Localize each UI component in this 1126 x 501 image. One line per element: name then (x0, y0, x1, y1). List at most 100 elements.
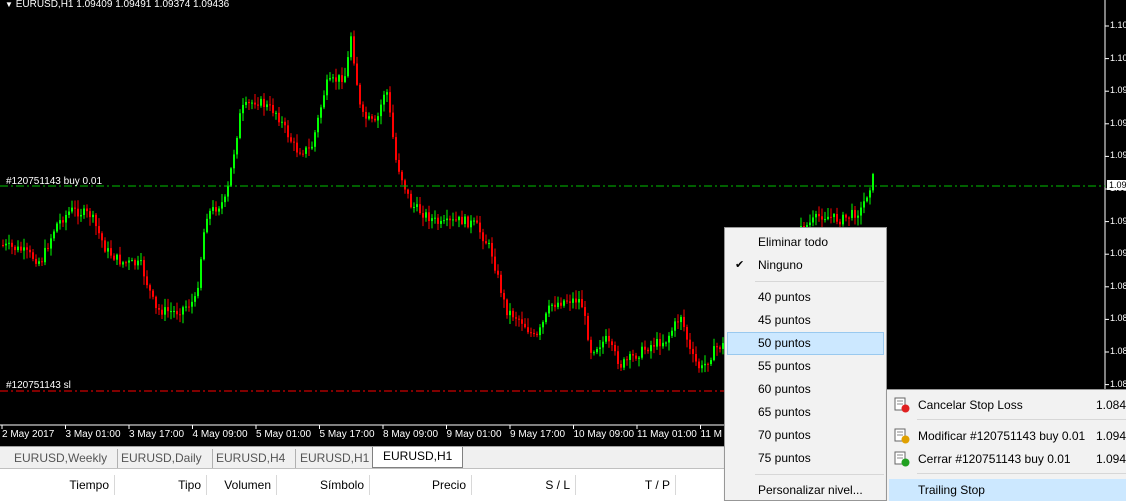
bear-candle (587, 315, 589, 340)
bear-candle (608, 335, 610, 342)
context-menu-item[interactable]: Trailing Stop (889, 479, 1126, 501)
bear-candle (371, 116, 373, 119)
bull-candle (710, 360, 712, 365)
bear-candle (287, 125, 289, 138)
bear-candle (848, 217, 850, 219)
menu-item-label: 55 puntos (758, 359, 811, 373)
bear-candle (161, 309, 163, 315)
bull-candle (320, 107, 322, 118)
bear-candle (374, 118, 376, 121)
bull-candle (128, 260, 130, 263)
price-chart[interactable]: ▼ EURUSD,H1 1.09409 1.09491 1.09374 1.09… (0, 0, 1126, 446)
bear-candle (11, 242, 13, 247)
trailing-stop-option[interactable]: 45 puntos (727, 309, 884, 332)
chart-tab[interactable]: EURUSD,H4 (206, 449, 297, 468)
terminal-column-header[interactable]: Tipo (115, 475, 207, 495)
chart-tab[interactable]: EURUSD,H1 (290, 449, 381, 468)
terminal-column-header[interactable]: Tiempo (0, 475, 115, 495)
context-menu-item[interactable]: Cancelar Stop Loss 1.0849 (889, 393, 1126, 417)
bull-candle (470, 220, 472, 228)
bull-candle (671, 330, 673, 336)
bull-candle (44, 247, 46, 263)
bull-candle (668, 335, 670, 343)
bear-candle (176, 310, 178, 315)
bull-candle (452, 219, 454, 221)
sl-line-label: #120751143 sl (6, 380, 71, 391)
bear-candle (611, 341, 613, 346)
bull-candle (317, 117, 319, 133)
context-menu-item[interactable]: Modificar #120751143 buy 0.01 1.0943 (889, 424, 1126, 448)
bull-candle (680, 316, 682, 323)
order-context-menu: Cancelar Stop Loss 1.0849 Modificar #12075… (886, 389, 1126, 501)
time-axis-label: 9 May 17:00 (510, 429, 566, 440)
bear-candle (626, 359, 628, 361)
bear-candle (29, 249, 31, 253)
terminal-column-header[interactable]: T / P (576, 475, 676, 495)
bear-candle (683, 316, 685, 328)
price-axis-label: 1.09 (1110, 85, 1126, 96)
bear-candle (395, 137, 397, 160)
bull-candle (203, 232, 205, 260)
trailing-stop-option[interactable]: 55 puntos (727, 355, 884, 378)
candlestick-chart[interactable] (0, 0, 1126, 446)
bear-candle (653, 345, 655, 347)
bull-candle (596, 348, 598, 353)
bear-candle (644, 346, 646, 350)
terminal-column-header[interactable]: Volumen (207, 475, 277, 495)
bull-candle (380, 104, 382, 117)
bull-candle (260, 98, 262, 106)
bull-candle (59, 220, 61, 224)
terminal-column-header[interactable]: S / L (472, 475, 576, 495)
bull-candle (488, 242, 490, 244)
chart-tab[interactable]: EURUSD,Weekly (4, 449, 119, 468)
trailing-stop-option[interactable]: 40 puntos (727, 286, 884, 309)
context-menu-price: 1.0849 (1096, 398, 1126, 412)
bear-candle (506, 299, 508, 316)
trailing-stop-option[interactable]: Personalizar nivel... (727, 479, 884, 501)
terminal-column-header[interactable]: Precio (370, 475, 472, 495)
trailing-stop-option[interactable]: 50 puntos (727, 332, 884, 355)
bear-candle (518, 318, 520, 320)
bull-candle (383, 94, 385, 105)
bear-candle (449, 218, 451, 221)
bull-candle (464, 216, 466, 225)
context-menu-item[interactable]: Cerrar #120751143 buy 0.01 1.0943 (889, 447, 1126, 471)
chart-tab[interactable]: EURUSD,H1 (372, 447, 464, 468)
trailing-stop-option[interactable]: 75 puntos (727, 447, 884, 470)
bear-candle (476, 220, 478, 223)
menu-item-label: 75 puntos (758, 451, 811, 465)
trailing-stop-option[interactable]: Eliminar todo (727, 231, 884, 254)
bear-candle (635, 355, 637, 359)
chart-menu-icon[interactable]: ▼ (5, 0, 13, 9)
bear-candle (620, 364, 622, 368)
bull-candle (440, 220, 442, 224)
bear-candle (497, 270, 499, 275)
trailing-stop-option[interactable]: 70 puntos (727, 424, 884, 447)
bull-candle (458, 216, 460, 221)
bull-candle (713, 346, 715, 361)
trailing-stop-option[interactable]: 60 puntos (727, 378, 884, 401)
bull-candle (551, 304, 553, 306)
chart-tabs: EURUSD,Weekly EURUSD,Daily EURUSD,H4 EURUSD… (0, 446, 724, 468)
bull-candle (200, 259, 202, 288)
price-axis-label: 1.09 (1110, 150, 1126, 161)
bear-candle (14, 246, 16, 251)
bear-candle (479, 222, 481, 233)
bear-candle (188, 306, 190, 308)
terminal-panel: Tiempo Tipo Volumen Símbolo Precio S / LT / P (0, 468, 724, 501)
bull-candle (815, 213, 817, 218)
cancel-stop-loss-icon (894, 397, 910, 413)
trailing-stop-option[interactable]: 65 puntos (727, 401, 884, 424)
bear-candle (269, 104, 271, 106)
bear-candle (26, 247, 28, 250)
trailing-stop-option[interactable]: ✔ Ninguno (727, 254, 884, 277)
terminal-column-header[interactable]: Símbolo (277, 475, 370, 495)
bear-candle (119, 254, 121, 265)
bear-candle (719, 347, 721, 349)
bull-candle (245, 101, 247, 105)
bear-candle (404, 180, 406, 190)
bear-candle (335, 77, 337, 82)
bear-candle (566, 300, 568, 302)
chart-tab[interactable]: EURUSD,Daily (111, 449, 213, 468)
modify-order-icon (894, 428, 910, 444)
